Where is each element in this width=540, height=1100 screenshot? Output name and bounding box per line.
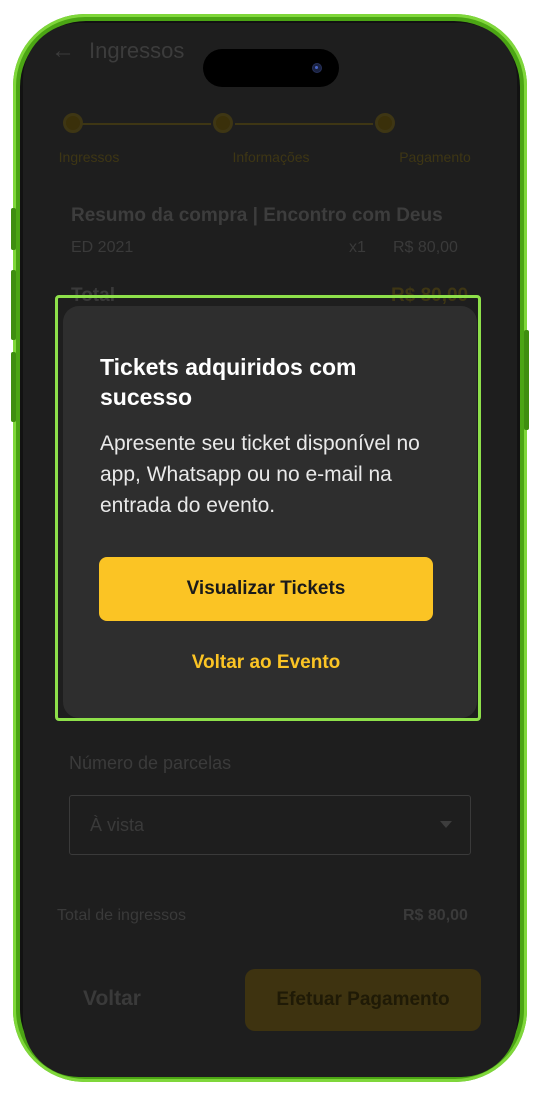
phone-side-button: [11, 208, 16, 250]
step-label-informacoes: Informações: [232, 149, 310, 165]
back-arrow-icon[interactable]: ←: [51, 37, 75, 65]
dynamic-island: [203, 49, 339, 87]
modal-title: Tickets adquiridos com sucesso: [100, 354, 357, 410]
phone-side-button: [11, 270, 16, 340]
step-dot-ingressos: [63, 113, 83, 133]
view-tickets-button[interactable]: Visualizar Tickets: [99, 557, 433, 621]
back-to-event-link[interactable]: Voltar ao Evento: [63, 652, 469, 674]
step-dot-informacoes: [213, 113, 233, 133]
page-title: Ingressos: [89, 38, 185, 63]
camera-icon: [313, 64, 321, 72]
summary-item-name: ED 2021: [71, 239, 134, 256]
summary-title: Resumo da compra | Encontro com Deus: [71, 205, 443, 226]
pay-button[interactable]: Efetuar Pagamento: [245, 969, 481, 1031]
checkout-stepper: Ingressos Informações Pagamento: [59, 109, 503, 169]
step-dot-pagamento: [375, 113, 395, 133]
step-connector: [81, 123, 211, 125]
tickets-total-value: R$ 80,00: [403, 907, 468, 924]
installments-label: Número de parcelas: [69, 753, 232, 773]
step-label-ingressos: Ingressos: [58, 149, 120, 165]
phone-side-button: [524, 330, 529, 430]
installments-select[interactable]: À vista: [69, 795, 471, 855]
chevron-down-icon: [440, 821, 452, 828]
tickets-total-label: Total de ingressos: [57, 907, 186, 924]
phone-side-button: [11, 352, 16, 422]
summary-item-qty: x1: [349, 239, 366, 256]
app-header: ← Ingressos: [51, 31, 184, 71]
step-label-pagamento: Pagamento: [399, 149, 471, 165]
success-modal: Tickets adquiridos com sucesso Apresente…: [63, 306, 477, 718]
back-button[interactable]: Voltar: [83, 987, 141, 1011]
modal-message: Apresente seu ticket disponível no app, …: [100, 432, 420, 517]
step-connector: [235, 123, 373, 125]
installments-selected-value: À vista: [90, 815, 145, 835]
summary-item-price: R$ 80,00: [393, 239, 458, 256]
